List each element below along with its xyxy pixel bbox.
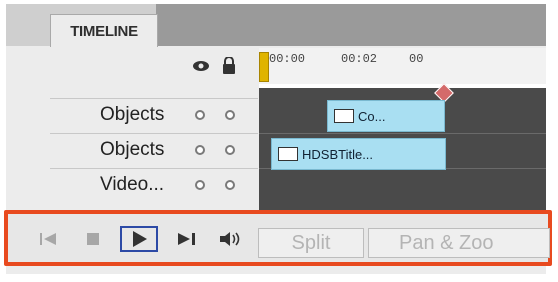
clip-label: Co... <box>358 108 386 124</box>
track-label: Video... <box>100 174 165 195</box>
tab-strip-background <box>156 4 546 46</box>
ruler-label: 00:00 <box>269 52 306 66</box>
lane-divider <box>259 133 546 134</box>
skip-to-start-icon[interactable] <box>38 228 58 250</box>
title-clip-icon <box>334 109 354 123</box>
ruler-label: 00:02 <box>341 52 378 66</box>
stop-icon[interactable] <box>83 228 103 250</box>
volume-icon[interactable] <box>218 228 244 250</box>
video-clip-icon <box>278 147 298 161</box>
track-header-icons <box>50 48 256 86</box>
transport-controls: Split Pan & Zoo <box>4 210 552 266</box>
track-visibility-toggle[interactable] <box>195 145 205 155</box>
ruler-label: 00 <box>409 52 424 66</box>
track-row[interactable]: Objects <box>50 133 258 168</box>
track-lock-toggle[interactable] <box>225 180 235 190</box>
tab-strip: TIMELINE <box>6 4 546 47</box>
track-row[interactable]: Video... <box>50 168 258 203</box>
play-button[interactable] <box>120 226 158 252</box>
track-label: Objects <box>100 104 165 125</box>
track-visibility-toggle[interactable] <box>195 110 205 120</box>
lock-icon[interactable] <box>222 57 236 74</box>
track-visibility-toggle[interactable] <box>195 180 205 190</box>
tab-timeline[interactable]: TIMELINE <box>50 14 158 47</box>
skip-to-end-icon[interactable] <box>174 228 202 250</box>
track-lock-toggle[interactable] <box>225 145 235 155</box>
time-ruler[interactable]: 00:00 00:02 00 <box>259 48 546 84</box>
clip-label: HDSBTitle... <box>302 146 374 162</box>
eye-icon[interactable] <box>192 60 210 72</box>
pan-zoom-button[interactable]: Pan & Zoo <box>368 228 550 258</box>
play-icon <box>133 231 147 247</box>
timeline-area[interactable]: 00:00 00:02 00 Co... HDSBTitle... <box>259 48 546 218</box>
split-button[interactable]: Split <box>258 228 364 258</box>
timeline-clip[interactable]: Co... <box>327 100 445 132</box>
timeline-clip[interactable]: HDSBTitle... <box>271 138 446 170</box>
track-lock-toggle[interactable] <box>225 110 235 120</box>
playhead[interactable] <box>259 52 269 82</box>
track-label: Objects <box>100 139 165 160</box>
track-row[interactable]: Objects <box>50 98 258 133</box>
